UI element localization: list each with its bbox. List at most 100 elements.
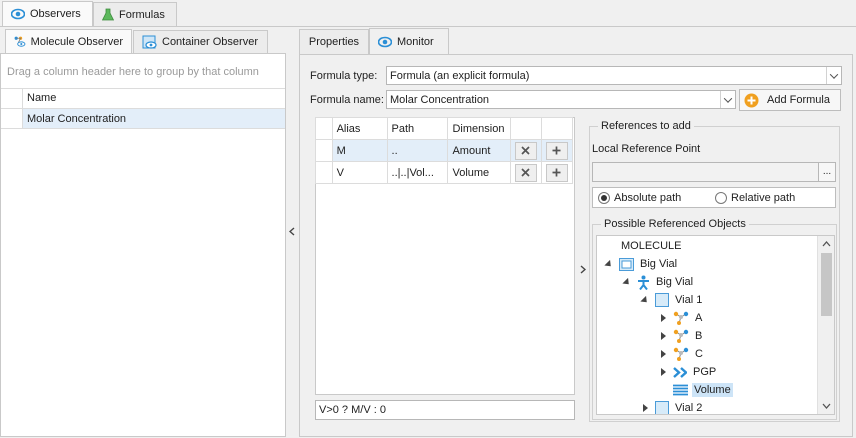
row-indicator-header	[1, 89, 23, 108]
chevron-down-icon	[829, 69, 839, 79]
tree-item-label: Big Vial	[656, 276, 694, 288]
table-row[interactable]: M .. Amount	[315, 139, 574, 162]
tab-label: Formulas	[119, 8, 165, 21]
row-indicator	[315, 139, 333, 162]
add-row-button[interactable]	[545, 163, 568, 182]
tree-item[interactable]: PGP	[657, 363, 718, 381]
collapse-toggle-icon[interactable]	[657, 332, 669, 340]
expand-toggle-icon[interactable]	[621, 277, 633, 287]
cell-remove	[509, 139, 542, 162]
chevron-down-icon	[822, 403, 830, 409]
collapse-toggle-icon[interactable]	[657, 368, 669, 376]
group-by-hint: Drag a column header here to group by th…	[7, 66, 259, 78]
tree-item[interactable]: MOLECULE	[603, 237, 684, 255]
remove-row-button[interactable]	[514, 141, 537, 160]
chevron-down-icon	[723, 93, 733, 103]
cell-path[interactable]: ..	[386, 139, 449, 162]
scroll-down-button[interactable]	[818, 398, 834, 414]
absolute-path-radio[interactable]: Absolute path	[598, 192, 681, 204]
ellipsis-icon: ...	[822, 166, 832, 177]
row-indicator	[1, 109, 23, 128]
tree-scrollbar[interactable]	[817, 236, 834, 414]
collapse-toggle-icon[interactable]	[657, 350, 669, 358]
tab-label: Monitor	[397, 35, 434, 48]
formula-type-label: Formula type:	[310, 70, 378, 82]
grid-header: Name	[1, 88, 285, 109]
remove-row-button[interactable]	[514, 163, 537, 182]
row-indicator	[315, 161, 333, 184]
expand-toggle-icon[interactable]	[639, 295, 651, 305]
object-tree: MOLECULE Big Vial Big Vial Vial 1 A B C PGP Volu…	[596, 235, 835, 415]
tab-molecule-observer[interactable]: Molecule Observer	[5, 29, 132, 53]
observer-list-panel: Drag a column header here to group by th…	[0, 53, 286, 437]
tree-item[interactable]: Vial 2	[639, 399, 704, 414]
tree-item[interactable]: Big Vial	[621, 273, 695, 291]
formula-type-dropdown-button[interactable]	[826, 67, 841, 84]
tree-item[interactable]: A	[657, 309, 704, 327]
flask-icon	[102, 8, 114, 21]
tree-item-label: A	[695, 312, 703, 324]
tree-item-label: B	[695, 330, 703, 342]
cell-path[interactable]: ..|..|Vol...	[386, 161, 449, 184]
tree-item-label: Big Vial	[640, 258, 678, 270]
eye-icon	[378, 36, 392, 47]
add-formula-label: Add Formula	[767, 94, 830, 106]
cell-alias[interactable]: V	[331, 161, 388, 184]
local-reference-input[interactable]	[592, 162, 819, 182]
tree-item[interactable]: Big Vial	[603, 255, 679, 273]
tree-item[interactable]: B	[657, 327, 704, 345]
collapse-toggle-icon[interactable]	[657, 314, 669, 322]
cell-dimension[interactable]: Volume	[447, 161, 511, 184]
relative-path-label: Relative path	[731, 192, 796, 204]
scroll-thumb[interactable]	[821, 253, 832, 316]
column-header-name[interactable]: Name	[27, 92, 56, 104]
expand-toggle-icon[interactable]	[603, 259, 615, 269]
table-row[interactable]: V ..|..|Vol... Volume	[315, 161, 574, 184]
tree-item-label: MOLECULE	[621, 240, 682, 252]
formula-name-label: Formula name:	[310, 94, 384, 106]
plus-icon	[552, 146, 561, 155]
move-reference-button[interactable]	[578, 262, 588, 276]
molecule-icon	[673, 347, 689, 361]
cell-add	[540, 161, 574, 184]
column-header-path[interactable]: Path	[386, 117, 449, 140]
list-item[interactable]: Molar Concentration	[1, 109, 285, 129]
tab-formulas[interactable]: Formulas	[93, 2, 177, 26]
scroll-up-button[interactable]	[818, 236, 834, 252]
tab-label: Properties	[308, 36, 360, 48]
tab-observers[interactable]: Observers	[2, 1, 93, 26]
column-header-alias[interactable]: Alias	[331, 117, 388, 140]
formula-type-select[interactable]: Formula (an explicit formula)	[386, 66, 842, 85]
list-item-label: Molar Concentration	[27, 113, 127, 125]
formula-name-select[interactable]: Molar Concentration	[386, 90, 736, 109]
parameter-icon	[673, 366, 687, 379]
collapse-toggle-icon[interactable]	[639, 404, 651, 412]
absolute-path-label: Absolute path	[614, 192, 682, 204]
container-icon	[619, 257, 634, 271]
add-formula-button[interactable]: Add Formula	[739, 89, 841, 111]
tab-monitor[interactable]: Monitor	[369, 28, 449, 54]
cell-add	[540, 139, 574, 162]
tab-container-observer[interactable]: Container Observer	[133, 30, 268, 53]
splitter-collapse-left[interactable]	[287, 224, 297, 238]
formula-name-dropdown-button[interactable]	[720, 91, 735, 108]
tab-properties[interactable]: Properties	[299, 29, 369, 54]
tree-item[interactable]: Volume	[657, 381, 733, 399]
formula-name-value: Molar Concentration	[390, 93, 490, 106]
tree-item[interactable]: C	[657, 345, 705, 363]
list-icon	[673, 384, 688, 396]
alias-grid: Alias Path Dimension M .. Amount V ..|..…	[315, 117, 575, 395]
formula-text-input[interactable]: V>0 ? M/V : 0	[315, 400, 575, 420]
cell-alias[interactable]: M	[331, 139, 388, 162]
column-header-dimension[interactable]: Dimension	[447, 117, 511, 140]
chevron-left-icon	[289, 226, 295, 236]
plus-icon	[552, 168, 561, 177]
add-row-button[interactable]	[545, 141, 568, 160]
tree-item-label: Volume	[692, 383, 733, 397]
cell-dimension[interactable]: Amount	[447, 139, 511, 162]
tree-item[interactable]: Vial 1	[639, 291, 704, 309]
references-title: References to add	[598, 120, 694, 132]
browse-button[interactable]: ...	[818, 162, 836, 182]
relative-path-radio[interactable]: Relative path	[715, 192, 795, 204]
molecule-observer-icon	[14, 36, 26, 47]
